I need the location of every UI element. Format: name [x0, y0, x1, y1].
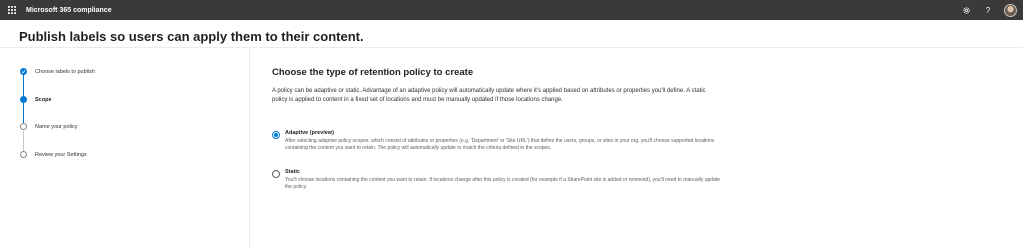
option-description: After selecting adaptive policy scopes, … — [285, 138, 715, 151]
wizard-step-review[interactable]: Review your Settings — [20, 151, 87, 158]
wizard-step-choose-labels[interactable]: Choose labels to publish — [20, 68, 95, 75]
step-connector — [23, 103, 24, 123]
help-icon[interactable]: ? — [982, 4, 994, 16]
page-header: Publish labels so users can apply them t… — [0, 20, 1023, 48]
section-heading: Choose the type of retention policy to c… — [272, 67, 474, 78]
page-title: Publish labels so users can apply them t… — [19, 29, 364, 44]
option-static[interactable]: Static You'll choose locations containin… — [272, 169, 727, 191]
pending-step-icon — [20, 123, 27, 130]
checkmark-icon — [20, 68, 27, 75]
adaptive-radio[interactable] — [272, 131, 280, 139]
option-label: Adaptive (preview) — [285, 130, 334, 136]
wizard-step-name-policy[interactable]: Name your policy — [20, 123, 78, 130]
app-launcher-icon[interactable] — [4, 0, 20, 20]
wizard-step-scope[interactable]: Scope — [20, 96, 52, 103]
step-label: Choose labels to publish — [35, 68, 95, 75]
step-label: Review your Settings — [35, 151, 87, 158]
intro-text: A policy can be adaptive or static. Adva… — [272, 88, 706, 103]
pending-step-icon — [20, 151, 27, 158]
static-radio[interactable] — [272, 170, 280, 178]
step-connector — [23, 131, 24, 151]
option-description: You'll choose locations containing the c… — [285, 177, 721, 190]
main-content: Choose the type of retention policy to c… — [272, 67, 722, 105]
option-adaptive[interactable]: Adaptive (preview) After selecting adapt… — [272, 130, 727, 152]
current-step-icon — [20, 96, 27, 103]
step-label: Name your policy — [35, 123, 78, 130]
step-label: Scope — [35, 96, 52, 103]
gear-icon[interactable] — [960, 4, 972, 16]
wizard-steps-pane — [0, 49, 250, 247]
user-avatar[interactable] — [1004, 3, 1017, 17]
step-connector — [23, 75, 24, 96]
top-bar: Microsoft 365 compliance ? — [0, 0, 1023, 20]
option-label: Static — [285, 169, 300, 175]
app-title[interactable]: Microsoft 365 compliance — [26, 7, 112, 14]
